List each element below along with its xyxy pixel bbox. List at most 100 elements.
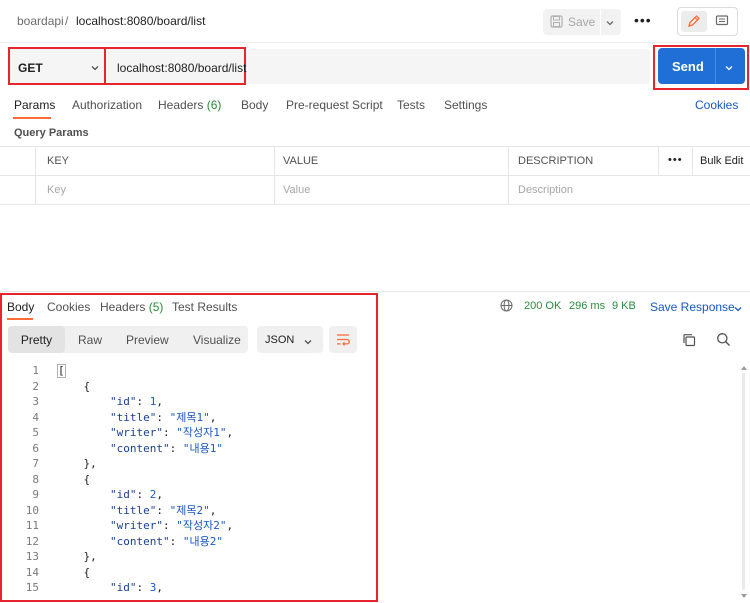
code-line: 12 "content": "내용2" [0,534,378,549]
value-placeholder: Value [283,184,311,196]
value-column-header: VALUE [274,147,509,175]
scrollbar-thumb[interactable] [742,373,745,590]
view-raw[interactable]: Raw [78,326,102,353]
chevron-down-icon[interactable] [733,303,743,317]
breadcrumb-collection[interactable]: boardapi [17,14,64,28]
format-label: JSON [265,334,295,346]
save-button[interactable]: Save [543,9,621,35]
code-line: 2 { [0,379,378,394]
edit-mode-button[interactable] [681,11,707,32]
code-text: { [57,565,91,579]
bracket-match: [ [57,364,66,378]
description-header-label: DESCRIPTION [518,155,594,167]
wrap-lines-button[interactable] [329,326,357,353]
code-line: 7 }, [0,456,378,471]
method-label: GET [18,61,43,75]
line-number: 13 [25,550,39,563]
json-key: "title" [109,503,157,517]
json-number: 2 [149,488,157,501]
send-divider [715,48,716,84]
json-key: "id" [109,488,137,501]
search-icon[interactable] [716,332,731,350]
tab-pre-request-script[interactable]: Pre-request Script [286,98,383,112]
scroll-down-arrow-icon[interactable] [741,594,747,598]
tab-headers[interactable]: Headers (6) [158,98,221,112]
code-line: 11 "writer": "작성자2", [0,518,378,533]
response-divider[interactable] [0,291,750,292]
line-number: 3 [32,395,39,408]
pencil-icon [688,15,700,27]
code-line: 5 "writer": "작성자1", [0,425,378,440]
json-string: "내용2" [182,534,223,548]
globe-icon[interactable] [500,299,513,315]
breadcrumb-separator: / [65,14,69,28]
response-size[interactable]: 9 KB [612,300,636,312]
description-placeholder: Description [518,184,574,196]
chevron-down-icon[interactable] [724,62,734,76]
method-select[interactable]: GET [8,47,106,85]
response-time[interactable]: 296 ms [569,300,605,312]
save-divider [600,9,601,35]
bulk-edit-button[interactable]: Bulk Edit [700,155,743,167]
code-text: "content": "내용1" [109,441,223,455]
send-button[interactable]: Send [658,48,745,84]
documentation-mode-button[interactable] [709,11,735,32]
headers-count: (6) [206,98,222,112]
line-number: 5 [32,426,39,439]
response-tab-test-results[interactable]: Test Results [172,300,237,314]
json-key: "content" [109,441,170,455]
line-number: 14 [25,565,39,579]
key-input[interactable]: Key [35,176,275,204]
line-number: 12 [25,534,39,548]
cookies-link[interactable]: Cookies [695,98,738,112]
line-number: 4 [32,410,39,424]
view-mode-segmented: Pretty Raw Preview Visualize [8,326,248,353]
view-visualize[interactable]: Visualize [193,326,241,353]
tab-body[interactable]: Body [241,98,268,112]
query-params-title: Query Params [14,127,89,139]
tab-params[interactable]: Params [14,98,55,112]
response-tab-headers[interactable]: Headers (5) [100,300,163,314]
json-number: 1 [149,395,157,408]
format-select[interactable]: JSON [257,326,323,353]
more-options-icon[interactable]: ••• [634,12,652,30]
view-pretty[interactable]: Pretty [8,326,65,353]
chevron-down-icon[interactable] [605,17,615,31]
response-tab-cookies[interactable]: Cookies [47,300,90,314]
tab-authorization[interactable]: Authorization [72,98,142,112]
save-response-button[interactable]: Save Response [650,300,735,314]
table-header-row: KEY VALUE DESCRIPTION ••• Bulk Edit [0,147,750,176]
json-string: "제목2" [169,503,210,517]
json-string: "작성자2" [176,519,227,532]
response-tab-body[interactable]: Body [7,300,34,314]
code-line: 10 "title": "제목2", [0,503,378,518]
tab-tests[interactable]: Tests [397,98,425,112]
chevron-down-icon [303,336,313,350]
code-text: { [57,472,91,486]
title-bar: boardapi / localhost:8080/board/list Sav… [0,0,750,43]
scroll-up-arrow-icon[interactable] [741,366,747,370]
value-input[interactable]: Value [274,176,509,204]
json-string: "내용1" [182,441,223,455]
line-number: 2 [32,379,39,393]
description-column-header: DESCRIPTION [508,147,658,175]
query-params-table: KEY VALUE DESCRIPTION ••• Bulk Edit Key … [0,146,750,205]
tab-settings[interactable]: Settings [444,98,487,112]
table-more-icon[interactable]: ••• [668,154,683,166]
url-value[interactable]: localhost:8080/board/list [117,61,246,75]
send-label: Send [672,59,704,74]
view-preview[interactable]: Preview [126,326,169,353]
active-response-tab-indicator [7,318,33,320]
code-text: "id": 3, [109,581,163,594]
view-mode-toggle [677,7,738,36]
copy-icon[interactable] [682,333,696,350]
comment-doc-icon [715,15,729,26]
request-name[interactable]: localhost:8080/board/list [76,14,205,28]
value-header-label: VALUE [283,155,319,167]
code-text: "content": "내용2" [109,534,223,548]
code-text: "id": 2, [109,488,163,501]
json-key: "id" [109,581,137,594]
save-disk-icon [550,15,563,31]
description-input[interactable]: Description [508,176,750,204]
status-badge[interactable]: 200 OK [524,300,561,312]
